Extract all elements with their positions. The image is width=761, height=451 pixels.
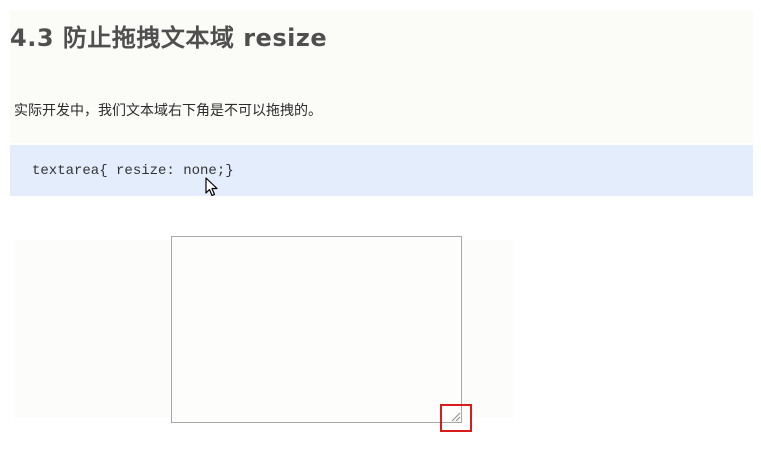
- code-text: textarea{ resize: none;}: [32, 163, 234, 179]
- demo-textarea[interactable]: [171, 236, 462, 423]
- resize-handle-highlight: [440, 404, 472, 432]
- arrow-cursor-icon: [205, 177, 218, 197]
- page: 4.3 防止拖拽文本域 resize 实际开发中，我们文本域右下角是不可以拖拽的…: [0, 0, 761, 451]
- description-text: 实际开发中，我们文本域右下角是不可以拖拽的。: [14, 103, 322, 119]
- code-block: textarea{ resize: none;}: [10, 145, 753, 196]
- page-title: 4.3 防止拖拽文本域 resize: [10, 24, 328, 52]
